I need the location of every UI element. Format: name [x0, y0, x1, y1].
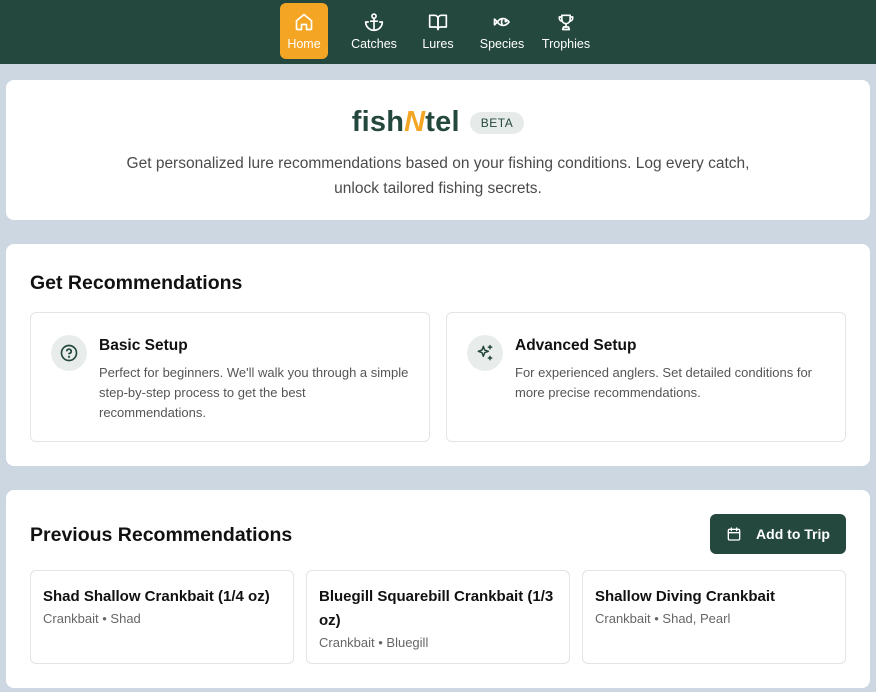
add-to-trip-button[interactable]: Add to Trip: [710, 514, 846, 554]
top-navigation: Home Catches Lures Species Trophies: [0, 0, 876, 64]
beta-badge: BETA: [469, 111, 525, 134]
nav-item-trophies[interactable]: Trophies: [536, 3, 596, 59]
lure-name: Shad Shallow Crankbait (1/4 oz): [43, 588, 270, 605]
lure-name: Bluegill Squarebill Crankbait (1/3 oz): [319, 588, 554, 629]
previous-recommendations-card: Previous Recommendations Add to Trip Sha…: [6, 490, 870, 688]
brand-part-tel: tel: [425, 106, 460, 138]
book-icon: [428, 14, 448, 30]
nav-item-catches[interactable]: Catches: [344, 3, 404, 59]
lure-card[interactable]: Shad Shallow Crankbait (1/4 oz) Crankbai…: [30, 570, 294, 664]
basic-setup-description: Perfect for beginners. We'll walk you th…: [99, 365, 409, 420]
nav-label-trophies: Trophies: [541, 36, 591, 51]
anchor-icon: [364, 12, 384, 31]
nav-item-lures[interactable]: Lures: [408, 3, 468, 59]
nav-item-species[interactable]: Species: [472, 3, 532, 59]
nav-items: Home Catches Lures Species Trophies: [280, 0, 596, 59]
hero-subtitle: Get personalized lure recommendations ba…: [126, 155, 750, 197]
trophy-icon: [558, 14, 574, 30]
lure-card[interactable]: Shallow Diving Crankbait Crankbait • Sha…: [582, 570, 846, 664]
advanced-setup-title: Advanced Setup: [515, 337, 637, 354]
fish-icon: [493, 17, 510, 26]
add-to-trip-label: Add to Trip: [756, 526, 830, 542]
advanced-setup-option[interactable]: Advanced Setup For experienced anglers. …: [446, 312, 846, 442]
nav-label-home: Home: [287, 36, 321, 51]
advanced-setup-description: For experienced anglers. Set detailed co…: [515, 365, 813, 400]
lure-meta: Crankbait • Shad, Pearl: [595, 611, 731, 626]
lure-name: Shallow Diving Crankbait: [595, 588, 776, 605]
lure-meta: Crankbait • Bluegill: [319, 635, 429, 650]
get-recommendations-card: Get Recommendations Basic Setup Perfect …: [6, 244, 870, 466]
nav-item-home[interactable]: Home: [280, 3, 328, 59]
hero-card: fishNtel BETA Get personalized lure reco…: [6, 80, 870, 220]
brand-row: fishNtel BETA: [6, 106, 870, 139]
lure-card[interactable]: Bluegill Squarebill Crankbait (1/3 oz) C…: [306, 570, 570, 664]
basic-setup-title: Basic Setup: [99, 337, 188, 354]
brand-part-n: N: [404, 106, 426, 138]
question-circle-icon: [51, 335, 87, 371]
nav-label-species: Species: [479, 36, 525, 51]
calendar-icon: [727, 527, 741, 541]
home-icon: [295, 13, 313, 30]
basic-setup-option[interactable]: Basic Setup Perfect for beginners. We'll…: [30, 312, 430, 442]
get-recommendations-title: Get Recommendations: [30, 272, 243, 294]
lure-meta: Crankbait • Shad: [43, 611, 141, 626]
nav-label-catches: Catches: [351, 36, 397, 51]
sparkles-icon: [467, 335, 503, 371]
previous-recommendations-title: Previous Recommendations: [30, 524, 293, 546]
brand-part-fish: fish: [351, 106, 405, 138]
nav-label-lures: Lures: [422, 36, 454, 51]
brand-logo: fishNtel: [352, 106, 460, 139]
